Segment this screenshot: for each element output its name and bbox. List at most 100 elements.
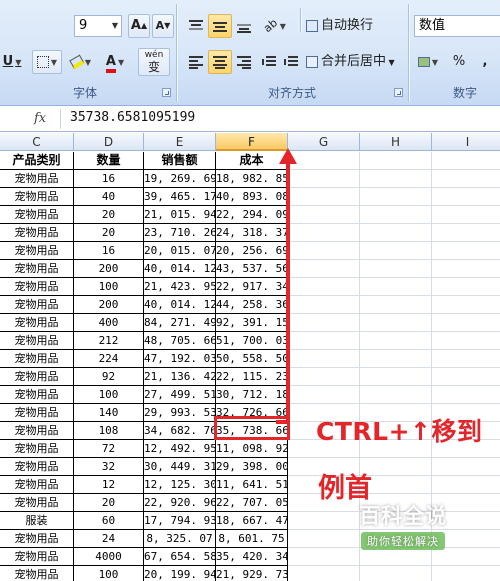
table-cell[interactable]: 100 <box>74 566 144 581</box>
table-cell[interactable]: 宠物用品 <box>0 242 74 260</box>
table-cell[interactable]: 212 <box>74 332 144 350</box>
table-cell[interactable]: 48, 705. 66 <box>144 332 216 350</box>
table-cell[interactable]: 21, 136. 42 <box>144 368 216 386</box>
empty-cell[interactable] <box>432 260 500 278</box>
column-header-e[interactable]: E <box>144 133 216 151</box>
table-cell[interactable]: 21, 423. 95 <box>144 278 216 296</box>
empty-cell[interactable] <box>288 206 360 224</box>
align-top-button[interactable] <box>184 14 208 38</box>
empty-cell[interactable] <box>432 476 500 494</box>
table-cell[interactable]: 200 <box>74 260 144 278</box>
table-cell[interactable]: 宠物用品 <box>0 170 74 188</box>
table-cell[interactable]: 60 <box>74 512 144 530</box>
table-cell[interactable]: 34, 682. 76 <box>144 422 216 440</box>
align-center-button[interactable] <box>208 50 232 74</box>
grow-font-button[interactable]: A▲ <box>128 14 150 38</box>
table-cell[interactable]: 宠物用品 <box>0 188 74 206</box>
empty-cell[interactable] <box>288 332 360 350</box>
fill-color-button[interactable]: ▼ <box>66 50 96 74</box>
empty-cell[interactable] <box>432 386 500 404</box>
empty-cell[interactable] <box>432 332 500 350</box>
border-button[interactable]: ▼ <box>32 50 62 74</box>
comma-button[interactable]: , <box>474 50 496 74</box>
table-cell[interactable]: 12, 492. 95 <box>144 440 216 458</box>
table-cell[interactable]: 40 <box>74 188 144 206</box>
table-cell[interactable]: 24, 318. 37 <box>216 224 288 242</box>
wrap-text-button[interactable]: 自动换行 <box>306 14 373 38</box>
table-cell[interactable]: 宠物用品 <box>0 206 74 224</box>
empty-cell[interactable] <box>432 350 500 368</box>
table-cell[interactable]: 40, 014. 12 <box>144 296 216 314</box>
empty-cell[interactable] <box>360 314 432 332</box>
table-cell[interactable]: 400 <box>74 314 144 332</box>
table-cell[interactable]: 16 <box>74 242 144 260</box>
table-cell[interactable]: 宠物用品 <box>0 494 74 512</box>
table-cell[interactable]: 84, 271. 49 <box>144 314 216 332</box>
empty-cell[interactable] <box>288 350 360 368</box>
table-cell[interactable]: 30, 712. 18 <box>216 386 288 404</box>
align-bottom-button[interactable] <box>232 14 256 38</box>
table-cell[interactable]: 宠物用品 <box>0 350 74 368</box>
table-cell[interactable]: 宠物用品 <box>0 332 74 350</box>
empty-cell[interactable] <box>360 566 432 581</box>
table-cell[interactable]: 20 <box>74 206 144 224</box>
table-cell[interactable]: 20 <box>74 494 144 512</box>
empty-cell[interactable] <box>360 296 432 314</box>
table-cell[interactable]: 宠物用品 <box>0 530 74 548</box>
table-cell[interactable]: 22, 707. 05 <box>216 494 288 512</box>
table-cell[interactable]: 18, 667. 47 <box>216 512 288 530</box>
table-cell[interactable]: 17, 794. 93 <box>144 512 216 530</box>
table-cell[interactable]: 4000 <box>74 548 144 566</box>
table-cell[interactable]: 20, 256. 69 <box>216 242 288 260</box>
table-cell[interactable]: 108 <box>74 422 144 440</box>
table-cell[interactable]: 140 <box>74 404 144 422</box>
empty-cell[interactable] <box>432 188 500 206</box>
table-cell[interactable]: 8, 601. 75 <box>216 530 288 548</box>
table-cell[interactable]: 16 <box>74 170 144 188</box>
align-right-button[interactable] <box>232 50 256 74</box>
empty-cell[interactable] <box>288 242 360 260</box>
font-color-button[interactable]: A ▼ <box>100 50 130 74</box>
table-cell[interactable]: 32 <box>74 458 144 476</box>
empty-cell[interactable] <box>288 566 360 581</box>
empty-cell[interactable] <box>288 314 360 332</box>
alignment-dialog-launcher[interactable] <box>394 88 403 97</box>
table-cell[interactable]: 服装 <box>0 512 74 530</box>
empty-cell[interactable] <box>288 278 360 296</box>
number-format-combo[interactable]: 数值 <box>414 15 500 37</box>
font-dialog-launcher[interactable] <box>162 88 171 97</box>
table-cell[interactable]: 8, 325. 07 <box>144 530 216 548</box>
decrease-indent-button[interactable] <box>258 50 280 74</box>
table-cell[interactable]: 200 <box>74 296 144 314</box>
empty-cell[interactable] <box>360 170 432 188</box>
column-header-d[interactable]: D <box>74 133 144 151</box>
empty-cell[interactable] <box>432 224 500 242</box>
table-cell[interactable]: 47, 192. 03 <box>144 350 216 368</box>
empty-cell[interactable] <box>432 566 500 581</box>
table-cell[interactable]: 12 <box>74 476 144 494</box>
table-cell[interactable]: 11, 098. 92 <box>216 440 288 458</box>
empty-cell[interactable] <box>432 242 500 260</box>
empty-cell[interactable] <box>360 368 432 386</box>
table-cell[interactable]: 宠物用品 <box>0 566 74 581</box>
table-cell[interactable]: 宠物用品 <box>0 278 74 296</box>
empty-cell[interactable] <box>288 386 360 404</box>
empty-cell[interactable] <box>360 260 432 278</box>
empty-cell[interactable] <box>360 152 432 170</box>
table-cell[interactable]: 23, 710. 26 <box>144 224 216 242</box>
empty-cell[interactable] <box>288 296 360 314</box>
percent-button[interactable]: % <box>448 50 470 74</box>
empty-cell[interactable] <box>432 152 500 170</box>
header-cell[interactable]: 成本 <box>216 152 288 170</box>
orientation-button[interactable]: ab▼ <box>258 14 292 38</box>
empty-cell[interactable] <box>432 170 500 188</box>
table-cell[interactable]: 40, 893. 08 <box>216 188 288 206</box>
table-cell[interactable]: 22, 115. 23 <box>216 368 288 386</box>
table-cell[interactable]: 22, 294. 09 <box>216 206 288 224</box>
table-cell[interactable]: 宠物用品 <box>0 296 74 314</box>
empty-cell[interactable] <box>288 152 360 170</box>
table-cell[interactable]: 29, 993. 53 <box>144 404 216 422</box>
empty-cell[interactable] <box>288 368 360 386</box>
align-middle-button[interactable] <box>208 14 232 38</box>
align-left-button[interactable] <box>184 50 208 74</box>
